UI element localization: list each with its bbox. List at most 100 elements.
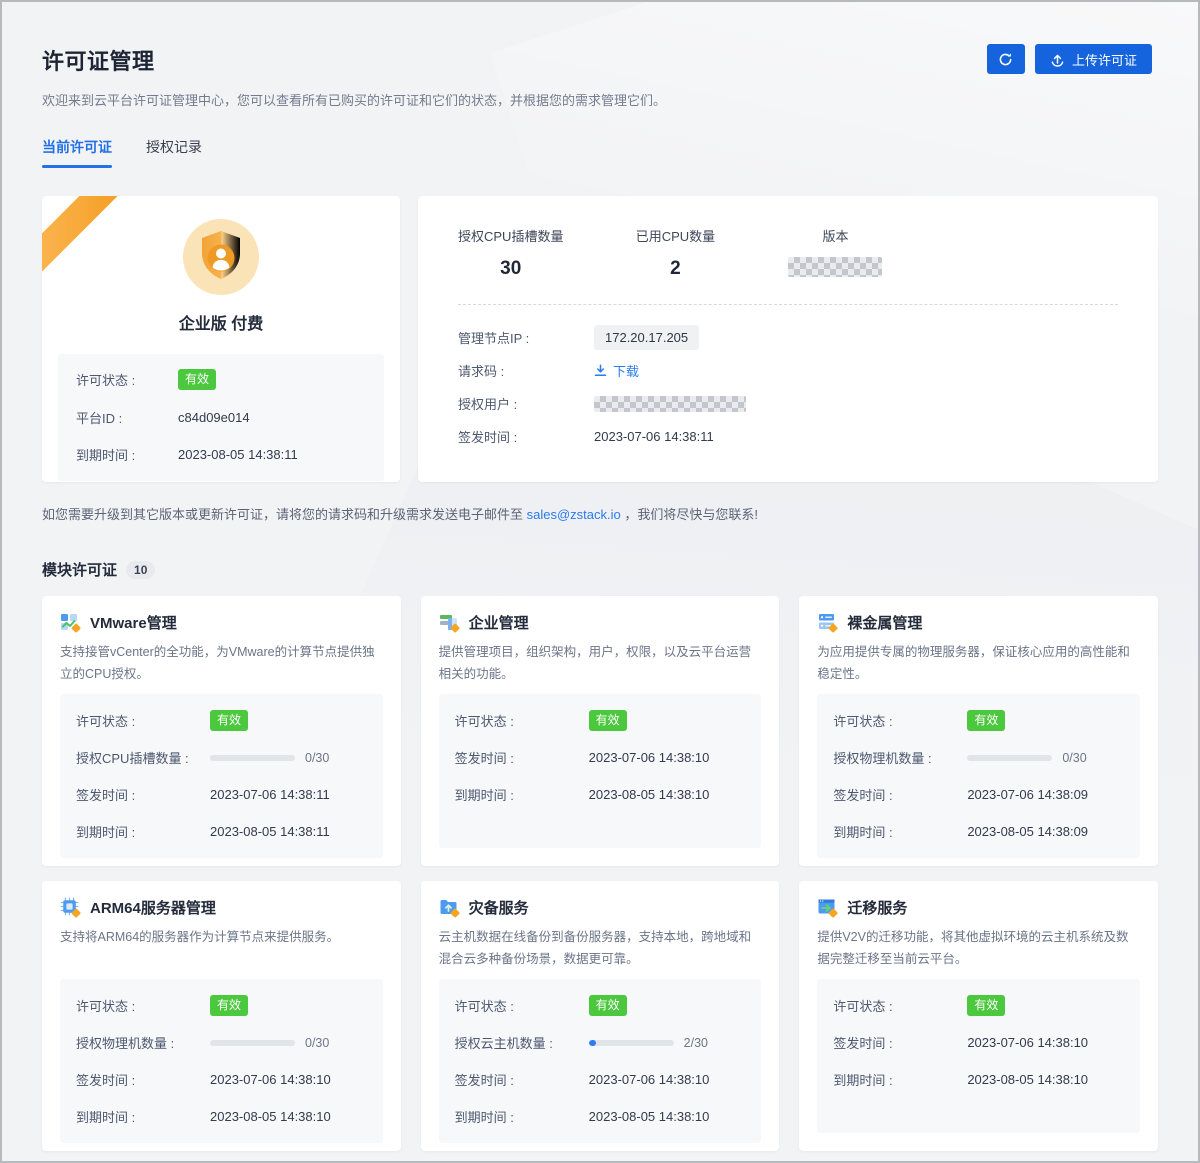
tab-authorization-history[interactable]: 授权记录	[146, 137, 202, 168]
module-row-expire: 到期时间 : 2023-08-05 14:38:11	[60, 813, 383, 850]
module-count-badge: 10	[126, 561, 155, 579]
module-description: 提供V2V的迁移功能，将其他虚拟环境的云主机系统及数据完整迁移至当前云平台。	[817, 927, 1140, 971]
module-row-quota: 授权CPU插槽数量 : 0/30	[60, 739, 383, 776]
module-card-migration: 迁移服务 提供V2V的迁移功能，将其他虚拟环境的云主机系统及数据完整迁移至当前云…	[799, 881, 1158, 1151]
status-badge: 有效	[589, 710, 627, 731]
quota-progress-bar	[967, 755, 1052, 761]
issued-time-value: 2023-07-06 14:38:11	[594, 429, 714, 444]
summary-row-status: 许可状态 : 有效	[58, 360, 384, 399]
module-row-expire: 到期时间 : 2023-08-05 14:38:09	[817, 813, 1140, 850]
issued-time-value: 2023-07-06 14:38:11	[210, 787, 330, 802]
expire-time-value: 2023-08-05 14:38:10	[589, 787, 710, 802]
module-row-status: 许可状态 : 有效	[439, 987, 762, 1024]
row-label: 到期时间 :	[76, 1107, 210, 1126]
stat-version: 版本	[787, 226, 883, 282]
row-label: 到期时间 :	[76, 445, 178, 464]
detail-row-request-code: 请求码 : 下载	[458, 354, 1118, 387]
module-description: 云主机数据在线备份到备份服务器，支持本地，跨地域和混合云多种备份场景，数据更可靠…	[439, 927, 762, 971]
expire-time-value: 2023-08-05 14:38:11	[178, 447, 298, 462]
status-badge: 有效	[967, 710, 1005, 731]
expire-time-value: 2023-08-05 14:38:11	[210, 824, 330, 839]
row-label: 签发时间 :	[76, 785, 210, 804]
stat-value: 2	[627, 258, 723, 280]
row-label: 请求码 :	[458, 361, 594, 380]
module-description: 支持将ARM64的服务器作为计算节点来提供服务。	[60, 927, 383, 971]
upload-license-button[interactable]: 上传许可证	[1035, 44, 1152, 74]
detail-row-management-ip: 管理节点IP : 172.20.17.205	[458, 321, 1118, 354]
license-detail-panel: 授权CPU插槽数量 30 已用CPU数量 2 版本 管理节点IP :	[418, 196, 1158, 482]
module-row-issued: 签发时间 : 2023-07-06 14:38:09	[817, 776, 1140, 813]
module-info-box: 许可状态 : 有效 签发时间 : 2023-07-06 14:38:10 到期时…	[439, 694, 762, 848]
module-title: ARM64服务器管理	[90, 897, 216, 918]
quota-progress-bar	[589, 1040, 674, 1046]
dashed-divider	[458, 304, 1118, 305]
module-info-box: 许可状态 : 有效 授权物理机数量 : 0/30 签发时间 : 2023-07-…	[817, 694, 1140, 858]
row-label: 许可状态 :	[455, 996, 589, 1015]
corner-ribbon	[42, 196, 127, 279]
platform-id-value: c84d09e014	[178, 410, 250, 425]
issued-time-value: 2023-07-06 14:38:09	[967, 787, 1088, 802]
row-label: 许可状态 :	[833, 996, 967, 1015]
upload-icon	[1050, 52, 1065, 67]
refresh-button[interactable]	[987, 44, 1025, 74]
stat-label: 授权CPU插槽数量	[458, 226, 563, 245]
module-info-box: 许可状态 : 有效 签发时间 : 2023-07-06 14:38:10 到期时…	[817, 979, 1140, 1133]
status-badge: 有效	[210, 710, 248, 731]
module-card-disaster-recovery: 灾备服务 云主机数据在线备份到备份服务器，支持本地，跨地域和混合云多种备份场景，…	[421, 881, 780, 1151]
module-row-expire: 到期时间 : 2023-08-05 14:38:10	[439, 1098, 762, 1135]
row-label: 授权物理机数量 :	[833, 748, 967, 767]
module-row-issued: 签发时间 : 2023-07-06 14:38:10	[439, 739, 762, 776]
module-row-status: 许可状态 : 有效	[817, 702, 1140, 739]
row-label: 签发时间 :	[76, 1070, 210, 1089]
module-row-issued: 签发时间 : 2023-07-06 14:38:10	[60, 1061, 383, 1098]
row-label: 平台ID :	[76, 408, 178, 427]
stat-label: 版本	[787, 226, 883, 245]
module-description: 支持接管vCenter的全功能，为VMware的计算节点提供独立的CPU授权。	[60, 642, 383, 686]
module-row-status: 许可状态 : 有效	[60, 987, 383, 1024]
redacted-user-value	[594, 396, 746, 412]
status-badge: 有效	[967, 995, 1005, 1016]
quota-ratio: 2/30	[684, 1036, 708, 1050]
row-label: 授权用户 :	[458, 394, 594, 413]
module-info-box: 许可状态 : 有效 授权CPU插槽数量 : 0/30 签发时间 : 2023-0…	[60, 694, 383, 858]
module-row-quota: 授权物理机数量 : 0/30	[60, 1024, 383, 1061]
enterprise-icon	[439, 612, 460, 633]
module-card-vmware: VMware管理 支持接管vCenter的全功能，为VMware的计算节点提供独…	[42, 596, 401, 866]
row-label: 授权物理机数量 :	[76, 1033, 210, 1052]
row-label: 授权CPU插槽数量 :	[76, 748, 210, 767]
issued-time-value: 2023-07-06 14:38:10	[589, 750, 710, 765]
quota-ratio: 0/30	[1062, 751, 1086, 765]
license-management-page: 上传许可证 许可证管理 欢迎来到云平台许可证管理中心，您可以查看所有已购买的许可…	[0, 0, 1200, 1163]
detail-row-authorized-user: 授权用户 :	[458, 387, 1118, 420]
row-label: 许可状态 :	[76, 996, 210, 1015]
module-card-baremetal: 裸金属管理 为应用提供专属的物理服务器，保证核心应用的高性能和稳定性。 许可状态…	[799, 596, 1158, 866]
backup-icon	[439, 897, 460, 918]
tab-current-license[interactable]: 当前许可证	[42, 137, 112, 168]
quota-ratio: 0/30	[305, 751, 329, 765]
module-row-expire: 到期时间 : 2023-08-05 14:38:10	[60, 1098, 383, 1135]
tab-bar: 当前许可证 授权记录	[42, 137, 1158, 168]
download-icon	[594, 364, 607, 377]
redacted-version-value	[788, 257, 882, 277]
download-request-code-link[interactable]: 下载	[594, 361, 639, 380]
module-row-status: 许可状态 : 有效	[60, 702, 383, 739]
expire-time-value: 2023-08-05 14:38:10	[589, 1109, 710, 1124]
issued-time-value: 2023-07-06 14:38:10	[210, 1072, 331, 1087]
license-edition: 企业版 付费	[179, 310, 263, 334]
page-subtitle: 欢迎来到云平台许可证管理中心，您可以查看所有已购买的许可证和它们的状态，并根据您…	[42, 90, 1158, 109]
row-label: 到期时间 :	[833, 822, 967, 841]
module-title: 企业管理	[469, 612, 529, 633]
module-row-issued: 签发时间 : 2023-07-06 14:38:10	[817, 1024, 1140, 1061]
row-label: 到期时间 :	[833, 1070, 967, 1089]
module-card-arm64: ARM64服务器管理 支持将ARM64的服务器作为计算节点来提供服务。 许可状态…	[42, 881, 401, 1151]
row-label: 签发时间 :	[833, 785, 967, 804]
module-description: 为应用提供专属的物理服务器，保证核心应用的高性能和稳定性。	[817, 642, 1140, 686]
sales-email-link[interactable]: sales@zstack.io	[527, 507, 621, 522]
license-stats: 授权CPU插槽数量 30 已用CPU数量 2 版本	[458, 226, 1118, 282]
module-info-box: 许可状态 : 有效 授权物理机数量 : 0/30 签发时间 : 2023-07-…	[60, 979, 383, 1143]
module-title: 迁移服务	[847, 897, 907, 918]
row-label: 签发时间 :	[458, 427, 594, 446]
summary-info-box: 许可状态 : 有效 平台ID : c84d09e014 到期时间 : 2023-…	[58, 354, 384, 481]
row-label: 到期时间 :	[455, 1107, 589, 1126]
module-row-issued: 签发时间 : 2023-07-06 14:38:10	[439, 1061, 762, 1098]
